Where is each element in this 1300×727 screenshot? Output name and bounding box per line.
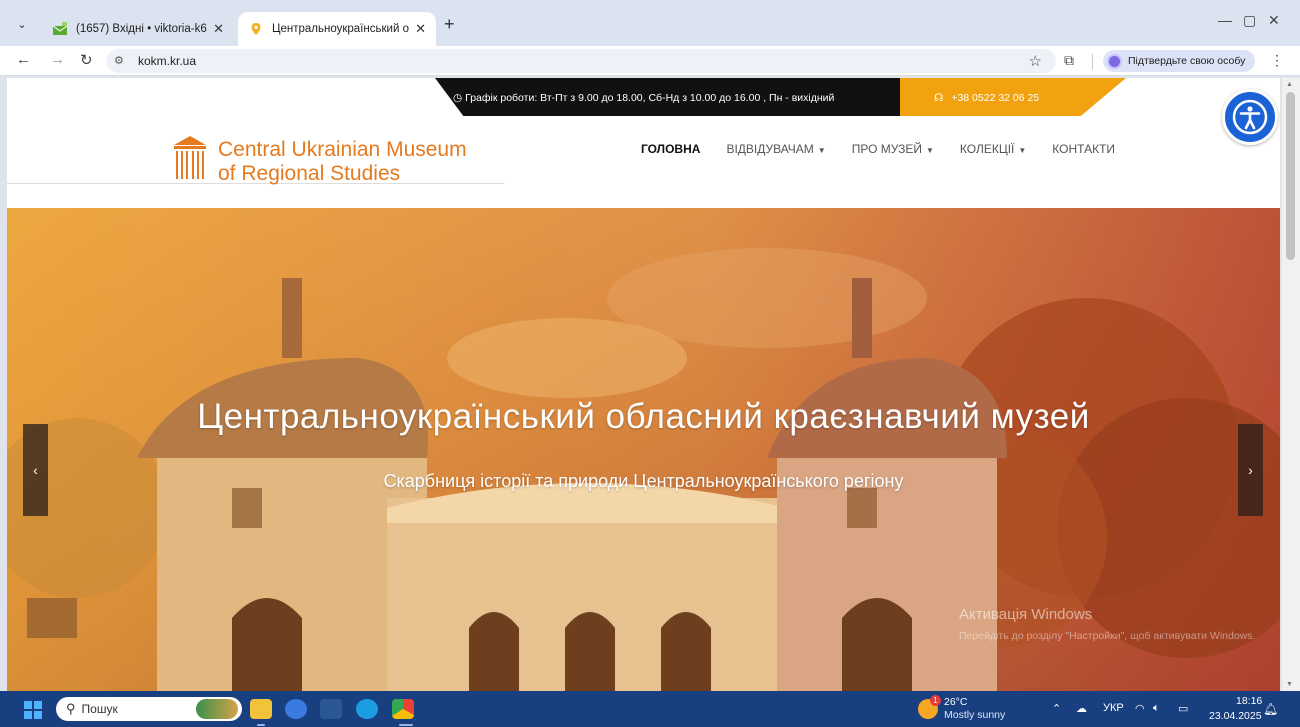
new-tab-button[interactable]: + (444, 14, 455, 35)
forward-arrow-icon[interactable]: → (50, 51, 65, 68)
windows-activation-title: Активація Windows (959, 606, 1093, 623)
scrollbar-thumb[interactable] (1286, 92, 1295, 260)
language-indicator[interactable]: УКР (1103, 702, 1124, 714)
clock-time[interactable]: 18:16 (1236, 695, 1262, 707)
tab-museum[interactable]: Центральноукраїнський облас ✕ (238, 12, 436, 46)
nav-home-label: ГОЛОВНА (641, 142, 701, 156)
nav-home[interactable]: ГОЛОВНА (641, 142, 700, 156)
close-tab-icon[interactable]: ✕ (415, 21, 426, 37)
museum-logo-icon[interactable] (173, 133, 207, 183)
extensions-icon[interactable]: ⧉ (1064, 52, 1074, 69)
reload-icon[interactable]: ↻ (80, 51, 93, 69)
close-window-button[interactable]: ✕ (1268, 12, 1280, 29)
browser-menu-icon[interactable]: ⋮ (1270, 52, 1284, 69)
slider-next-button[interactable]: › (1238, 424, 1263, 516)
clock-date[interactable]: 23.04.2025 (1209, 710, 1262, 722)
bookmark-star-icon[interactable]: ☆ (1029, 52, 1042, 70)
nav-contacts-label: КОНТАКТИ (1052, 142, 1116, 156)
nav-visitors[interactable]: ВІДВІДУВАЧАМ ▼ (726, 142, 825, 156)
accessibility-button[interactable] (1222, 89, 1278, 145)
chevron-down-icon: ▼ (817, 146, 826, 155)
taskbar-search-placeholder: Пошук (81, 702, 118, 716)
onedrive-icon[interactable]: ☁ (1076, 702, 1087, 715)
search-icon: ⚲ (66, 701, 76, 716)
profile-label: Підтвердьте свою особу (1128, 55, 1246, 67)
chevron-up-icon[interactable]: ⌃ (1052, 702, 1061, 715)
app-running-indicator (257, 724, 265, 726)
windows-start-icon[interactable] (24, 701, 42, 719)
chrome-icon[interactable] (392, 699, 414, 719)
notification-bell-icon[interactable]: 🔔︎ (1263, 702, 1278, 716)
weather-temp[interactable]: 26°C (944, 696, 967, 708)
tab-title: (1657) Вхідні • viktoria-k67@ul (76, 23, 207, 35)
tab-title: Центральноукраїнський облас (272, 23, 409, 35)
scroll-down-icon[interactable]: ▼ (1286, 681, 1293, 688)
file-explorer-icon[interactable] (250, 699, 272, 719)
browser-app-icon[interactable] (285, 699, 307, 719)
battery-icon[interactable]: ▭ (1178, 702, 1188, 715)
location-pin-favicon-icon (251, 23, 261, 35)
clock-icon: ◷ (453, 92, 466, 104)
minimize-button[interactable]: — (1218, 12, 1232, 28)
word-icon[interactable] (320, 699, 342, 719)
headset-icon: ☊ (934, 92, 944, 104)
web-page: ◷ Графік роботи: Вт-Пт з 9.00 до 18.00, … (7, 78, 1280, 691)
url-text[interactable]: kokm.kr.ua (138, 54, 196, 68)
edge-icon[interactable] (356, 699, 378, 719)
page-scrollbar[interactable]: ▲ ▼ (1282, 78, 1300, 691)
scroll-up-icon[interactable]: ▲ (1286, 81, 1293, 88)
close-tab-icon[interactable]: ✕ (213, 21, 224, 37)
schedule-label: Графік роботи: Вт-Пт з 9.00 до 18.00, Сб… (465, 92, 835, 104)
browser-tab-strip: ⌄ (1657) Вхідні • viktoria-k67@ul ✕ Цент… (0, 0, 1300, 46)
app-active-indicator (399, 724, 413, 726)
search-highlight-icon[interactable] (196, 699, 238, 719)
address-bar[interactable]: ⚙ kokm.kr.ua ☆ (106, 49, 1056, 73)
nav-about[interactable]: ПРО МУЗЕЙ ▼ (852, 142, 934, 156)
nav-about-label: ПРО МУЗЕЙ (851, 142, 922, 156)
browser-toolbar: ← → ↻ ⚙ kokm.kr.ua ☆ ⧉ Підтвердьте свою … (0, 46, 1300, 76)
logo-title-line1[interactable]: Central Ukrainian Museum (218, 138, 467, 162)
hero-title: Центральноукраїнський обласний краєзнавч… (197, 397, 1090, 436)
tab-mail[interactable]: (1657) Вхідні • viktoria-k67@ul ✕ (42, 12, 234, 46)
taskbar-search[interactable]: ⚲ Пошук (56, 697, 242, 721)
nav-visitors-label: ВІДВІДУВАЧАМ (726, 142, 814, 156)
slider-prev-button[interactable]: ‹ (23, 424, 48, 516)
mail-favicon-icon (52, 22, 68, 35)
restore-button[interactable]: ▢ (1243, 12, 1256, 29)
nav-contacts[interactable]: КОНТАКТИ (1052, 142, 1115, 156)
accessibility-person-icon (1232, 99, 1268, 135)
windows-activation-text: Перейдіть до розділу "Настройки", щоб ак… (959, 630, 1256, 642)
main-navigation: ГОЛОВНА ВІДВІДУВАЧАМ ▼ ПРО МУЗЕЙ ▼ КОЛЕКЦІ… (641, 142, 1141, 156)
wifi-icon[interactable]: ◠ (1135, 702, 1145, 715)
site-settings-icon[interactable]: ⚙ (114, 54, 124, 67)
logo-title-line2[interactable]: of Regional Studies (218, 162, 400, 186)
weather-desc[interactable]: Mostly sunny (944, 709, 1005, 721)
nav-collections[interactable]: КОЛЕКЦІЇ ▼ (960, 142, 1026, 156)
phone-number: +38 0522 32 06 25 (951, 92, 1040, 104)
chevron-down-icon: ▼ (925, 146, 934, 155)
nav-collections-label: КОЛЕКЦІЇ (959, 142, 1015, 156)
volume-icon[interactable]: 🔈︎ (1153, 702, 1160, 715)
chevron-down-icon: ▼ (1018, 146, 1027, 155)
weather-badge: 1 (930, 695, 941, 706)
phone-link[interactable]: ☊ +38 0522 32 06 25 (934, 92, 1039, 104)
tab-search-button[interactable]: ⌄ (12, 14, 32, 34)
profile-avatar-icon (1107, 53, 1122, 69)
windows-taskbar: ⚲ Пошук 1 26°C Mostly sunny ⌃ ☁ УКР ◠ 🔈︎… (0, 691, 1300, 727)
back-arrow-icon[interactable]: ← (16, 51, 31, 68)
hero-subtitle: Скарбниця історії та природи Центральноу… (383, 471, 904, 491)
profile-button[interactable]: Підтвердьте свою особу (1103, 50, 1256, 72)
hero-slider: Центральноукраїнський обласний краєзнавч… (7, 208, 1280, 691)
toolbar-divider (1092, 54, 1093, 70)
schedule-text: ◷ Графік роботи: Вт-Пт з 9.00 до 18.00, … (453, 92, 834, 104)
